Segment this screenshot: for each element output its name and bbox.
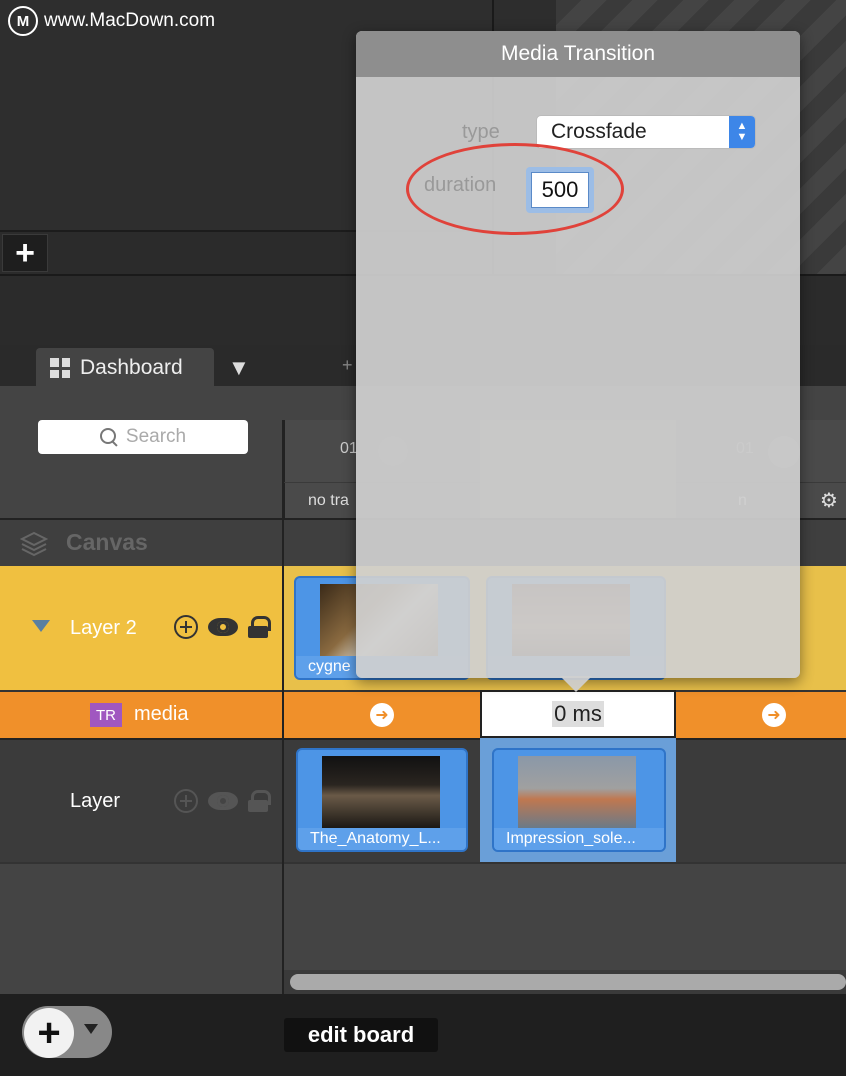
watermark: M www.MacDown.com — [8, 6, 215, 36]
add-output-button[interactable]: + — [2, 234, 48, 272]
media-transition-row[interactable] — [0, 690, 846, 738]
type-select-value: Crossfade — [551, 120, 647, 143]
left-panel-divider — [282, 420, 284, 994]
watermark-logo-icon: M — [8, 6, 38, 36]
type-label: type — [462, 121, 500, 143]
layers-icon — [20, 531, 48, 557]
empty-area — [0, 862, 846, 974]
column-1-transition[interactable]: no tra — [308, 492, 349, 510]
layer-controls — [174, 615, 271, 639]
disclosure-triangle-icon[interactable] — [32, 620, 50, 632]
clip-thumbnail — [322, 756, 440, 828]
layer-controls — [174, 789, 271, 813]
clip-label: Impression_sole... — [494, 828, 664, 850]
edit-board-button[interactable]: edit board — [284, 1018, 438, 1052]
highlight-annotation — [406, 143, 624, 235]
search-icon — [99, 428, 118, 446]
popover-pointer — [560, 676, 592, 692]
canvas-label: Canvas — [66, 529, 148, 555]
arrow-right-icon[interactable]: ➜ — [370, 703, 394, 727]
transition-badge: TR — [90, 703, 122, 727]
layer-name[interactable]: Layer 2 — [70, 617, 137, 640]
eye-icon[interactable] — [208, 792, 238, 810]
chevron-down-icon[interactable] — [84, 1024, 98, 1034]
media-row-label: media — [134, 703, 189, 725]
add-circle-icon[interactable] — [174, 615, 198, 639]
arrow-right-icon[interactable]: ➜ — [762, 703, 786, 727]
lock-icon[interactable] — [248, 616, 271, 638]
layer-name[interactable]: Layer — [70, 790, 120, 813]
gear-icon[interactable]: ⚙ — [820, 488, 838, 513]
clip-thumbnail — [518, 756, 636, 828]
clip-label: The_Anatomy_L... — [298, 828, 466, 850]
tab-dashboard[interactable]: Dashboard — [36, 348, 214, 388]
search-placeholder: Search — [125, 426, 187, 447]
transition-duration-cell[interactable]: 0 ms — [480, 690, 676, 738]
popover-title: Media Transition — [356, 31, 800, 77]
tab-dropdown-icon[interactable]: ▼ — [228, 355, 250, 380]
scrollbar-thumb[interactable] — [290, 974, 846, 990]
media-clip[interactable]: Impression_sole... — [492, 748, 666, 852]
search-input[interactable]: Search — [38, 420, 248, 454]
grid-icon — [50, 358, 70, 378]
watermark-text: www.MacDown.com — [44, 10, 216, 31]
add-circle-icon[interactable] — [174, 789, 198, 813]
updown-arrows-icon: ▲ ▼ — [729, 116, 755, 148]
tab-dashboard-label: Dashboard — [80, 356, 183, 379]
eye-icon[interactable] — [208, 618, 238, 636]
add-tab-button[interactable]: + — [342, 355, 353, 376]
plus-icon[interactable]: + — [24, 1008, 74, 1058]
transition-duration-value: 0 ms — [552, 701, 604, 727]
lock-icon[interactable] — [248, 790, 271, 812]
type-select[interactable]: Crossfade ▲ ▼ — [536, 115, 756, 149]
media-transition-popover: Media Transition type Crossfade ▲ ▼ durat… — [356, 31, 800, 678]
media-clip[interactable]: The_Anatomy_L... — [296, 748, 468, 852]
plus-icon: + — [15, 234, 35, 272]
